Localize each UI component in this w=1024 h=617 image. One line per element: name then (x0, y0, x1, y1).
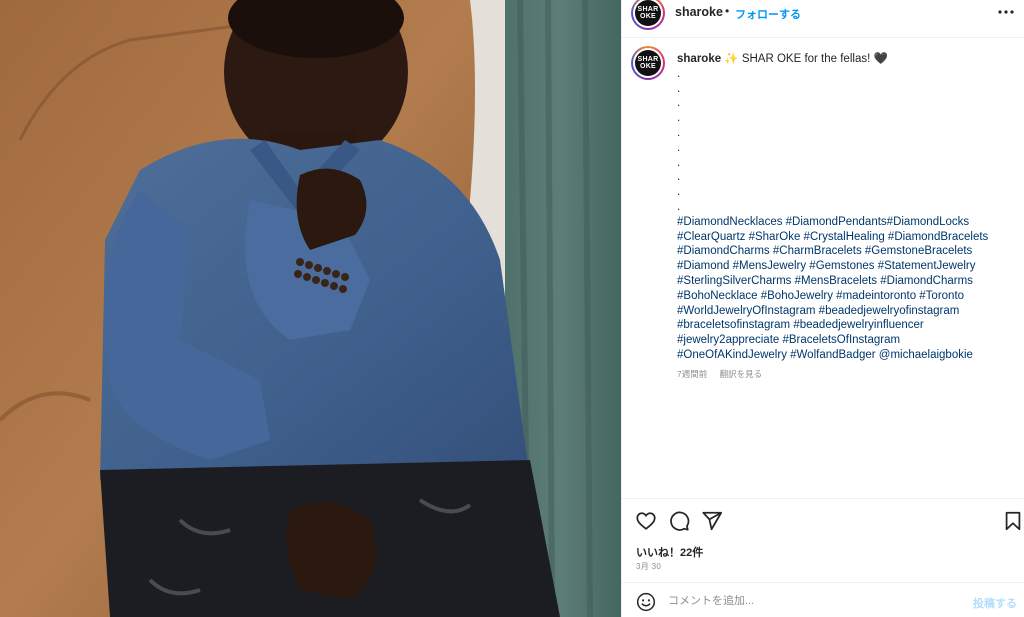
comment-icon[interactable] (668, 510, 690, 532)
post-detail-panel: SHAR OKE sharoke • フォローする SHAR OKE sharo… (621, 0, 1024, 617)
post-comment-button[interactable]: 投稿する (973, 595, 1017, 611)
translate-link[interactable]: 翻訳を見る (720, 369, 763, 379)
header-username[interactable]: sharoke (675, 5, 723, 19)
hashtag-line[interactable]: #DiamondCharms #CharmBracelets #Gemstone… (677, 245, 972, 257)
caption-dot-line: . (677, 126, 681, 139)
caption-dot-line: . (677, 156, 681, 169)
caption-dot-line: . (677, 171, 681, 184)
header-separator: • (725, 4, 730, 18)
hashtag-line[interactable]: #Diamond #MensJewelry #Gemstones #Statem… (677, 260, 976, 272)
caption-dot-line: . (677, 112, 681, 125)
comment-input[interactable] (668, 592, 958, 610)
post-header: SHAR OKE sharoke • フォローする (622, 0, 1024, 38)
likes-count[interactable]: いいね！22件 (636, 544, 703, 560)
caption-dot-line: . (677, 200, 681, 213)
hashtag-line[interactable]: #jewelry2appreciate #BraceletsOfInstagra… (677, 334, 900, 346)
bookmark-icon[interactable] (1002, 510, 1024, 532)
post-actions: いいね！22件 3月 30 (622, 498, 1024, 582)
header-avatar[interactable]: SHAR OKE (631, 0, 665, 30)
hashtag-line[interactable]: #DiamondNecklaces #DiamondPendants#Diamo… (677, 216, 969, 228)
emoji-icon[interactable] (636, 592, 656, 612)
heart-icon[interactable] (635, 510, 657, 532)
caption-dot-line: . (677, 82, 681, 95)
hashtag-line[interactable]: #BohoNecklace #BohoJewelry #madeintoront… (677, 290, 964, 302)
caption-time[interactable]: 7週間前 (677, 369, 707, 379)
brand-logo: SHAR OKE (635, 0, 661, 26)
send-icon[interactable] (701, 510, 723, 532)
hashtag-line[interactable]: #WorldJewelryOfInstagram #beadedjewelryo… (677, 305, 959, 317)
caption-dot-line: . (677, 186, 681, 199)
caption-dot-line: . (677, 67, 681, 80)
brand-logo: SHAR OKE (635, 50, 661, 76)
post-date: 3月 30 (636, 562, 662, 571)
comment-bar: 投稿する (622, 582, 1024, 617)
post-photo-illustration (0, 0, 621, 617)
hashtag-line[interactable]: #SterlingSilverCharms #MensBracelets #Di… (677, 275, 973, 287)
caption-avatar[interactable]: SHAR OKE (631, 46, 665, 80)
hashtag-line[interactable]: #braceletsofinstagram #beadedjewelryinfl… (677, 319, 924, 331)
post-photo[interactable] (0, 0, 621, 617)
caption-dot-line: . (677, 97, 681, 110)
hashtag-line[interactable]: #OneOfAKindJewelry #WolfandBadger @micha… (677, 349, 973, 361)
hashtag-line[interactable]: #ClearQuartz #SharOke #CrystalHealing #D… (677, 231, 988, 243)
follow-button[interactable]: フォローする (735, 6, 801, 22)
caption-dot-line: . (677, 141, 681, 154)
caption-text: ✨ SHAR OKE for the fellas! 🖤 (721, 53, 888, 65)
caption: sharoke ✨ SHAR OKE for the fellas! 🖤 . .… (677, 52, 1017, 363)
caption-username[interactable]: sharoke (677, 53, 721, 65)
caption-meta: 7週間前 翻訳を見る (677, 368, 772, 380)
hashtag-list: #DiamondNecklaces #DiamondPendants#Diamo… (677, 215, 1017, 363)
more-options-icon[interactable] (995, 2, 1017, 22)
